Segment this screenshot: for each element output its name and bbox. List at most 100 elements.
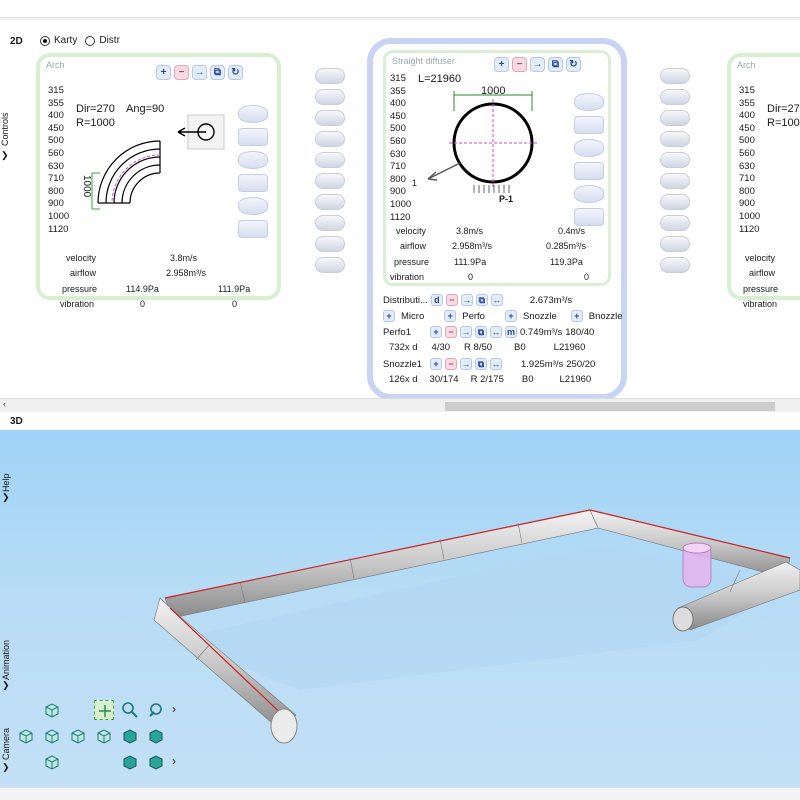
radio-distr-label[interactable]: Distr [99,35,120,46]
size-item[interactable]: 800 [390,174,411,187]
snozzle-label[interactable]: Snozzle1 [383,359,427,370]
duct-component-icon[interactable] [315,131,345,147]
size-item[interactable]: 710 [390,161,411,174]
view-left-icon[interactable] [16,726,36,746]
duct-component-icon[interactable] [315,173,345,189]
copy-icon[interactable]: ⧉ [475,294,488,306]
view-right-icon[interactable] [68,726,88,746]
shape-icon[interactable] [238,174,268,192]
size-item[interactable]: 1000 [48,211,69,224]
zoom-fit-icon[interactable] [94,700,114,720]
add-perfo-button[interactable]: Perfo [462,311,485,322]
duct-component-icon[interactable] [660,257,690,273]
size-item[interactable]: 400 [739,110,760,123]
copy-icon[interactable]: ⧉ [548,57,563,72]
m-button[interactable]: m [505,326,517,338]
size-item[interactable]: 560 [739,148,760,161]
size-item[interactable]: 1120 [739,224,760,237]
size-item[interactable]: 800 [48,186,69,199]
help-chevron-icon[interactable]: ❯ [2,492,10,503]
add-snozzle-icon[interactable]: + [504,310,517,322]
size-item[interactable]: 900 [48,198,69,211]
radio-distr[interactable] [85,35,96,46]
size-item[interactable]: 450 [48,123,69,136]
shape-icon[interactable] [574,139,604,157]
arch-drawing[interactable] [90,113,250,223]
card-straight-diffuser[interactable]: Straight diffuser + − → ⧉ ↻ 315 355 400 … [367,38,627,400]
radio-karty[interactable] [40,35,50,46]
view-iso-1-icon[interactable] [120,726,140,746]
shape-icon[interactable] [574,116,604,134]
add-bnozzle-icon[interactable]: + [570,310,583,322]
size-item[interactable]: 630 [739,161,760,174]
animation-label[interactable]: Animation [1,640,11,680]
size-item[interactable]: 450 [739,123,760,136]
add-micro-icon[interactable]: + [383,310,395,322]
split-icon[interactable]: ↔ [490,294,503,306]
horizontal-scrollbar[interactable]: ‹ [0,398,800,412]
add-snozzle-button[interactable]: Snozzle [523,311,557,322]
duct-component-icon[interactable] [660,110,690,126]
help-label[interactable]: Help [1,473,11,492]
view-bottom-icon[interactable] [42,752,62,772]
add-icon[interactable]: + [430,326,442,338]
duct-component-icon[interactable] [315,68,345,84]
add-icon[interactable]: + [494,57,509,72]
diffuser-drawing[interactable] [416,81,576,221]
scroll-left-icon[interactable]: ‹ [3,399,6,409]
duct-component-icon[interactable] [315,152,345,168]
shape-icon[interactable] [238,197,268,215]
duct-component-icon[interactable] [315,257,345,273]
shape-icon[interactable] [238,151,268,169]
duct-component-icon[interactable] [660,236,690,252]
copy-icon[interactable]: ⧉ [475,358,487,370]
shape-icon[interactable] [238,220,268,238]
camera-expand-icon[interactable]: › [172,702,176,716]
card-arch-left[interactable]: Arch + − → ⧉ ↻ 315 355 400 450 500 560 6… [36,53,281,309]
duct-component-icon[interactable] [660,194,690,210]
size-item[interactable]: 450 [390,111,411,124]
rotate-icon[interactable]: ↻ [566,57,581,72]
size-item[interactable]: 900 [739,198,760,211]
duct-component-icon[interactable] [315,236,345,252]
arrow-right-icon[interactable]: → [460,358,472,370]
view-top-icon[interactable] [42,700,62,720]
duct-component-icon[interactable] [660,131,690,147]
shape-icon[interactable] [574,185,604,203]
shape-icon[interactable] [238,128,268,146]
remove-icon[interactable]: − [445,358,457,370]
remove-icon[interactable]: − [445,326,457,338]
size-item[interactable]: 315 [48,85,69,98]
view-back-icon[interactable] [94,726,114,746]
scrollbar-thumb[interactable] [445,402,775,411]
duct-component-icon[interactable] [315,89,345,105]
rotate-icon[interactable]: ↻ [228,65,243,80]
add-bnozzle-button[interactable]: Bnozzle [589,311,623,322]
duct-component-icon[interactable] [315,194,345,210]
size-item[interactable]: 315 [390,73,411,86]
arrow-right-icon[interactable]: → [192,65,207,80]
arrow-right-icon[interactable]: → [530,57,545,72]
copy-icon[interactable]: ⧉ [210,65,225,80]
split-icon[interactable]: ↔ [490,358,502,370]
view-front-icon[interactable] [42,726,62,746]
size-item[interactable]: 630 [390,149,411,162]
shape-icon[interactable] [574,162,604,180]
controls-chevron-icon[interactable]: ❯ [1,150,9,161]
shape-icon[interactable] [574,93,604,111]
size-item[interactable]: 900 [390,186,411,199]
camera-chevron-icon[interactable]: ❯ [2,762,10,773]
size-item[interactable]: 500 [48,135,69,148]
remove-icon[interactable]: − [445,294,458,306]
size-item[interactable]: 500 [390,123,411,136]
split-icon[interactable]: ↔ [490,326,502,338]
size-item[interactable]: 355 [390,86,411,99]
arrow-right-icon[interactable]: → [460,326,472,338]
camera-label[interactable]: Camera [1,728,11,760]
add-micro-button[interactable]: Micro [401,311,424,322]
camera-expand-icon[interactable]: › [172,754,176,768]
shape-icon[interactable] [238,105,268,123]
duct-component-icon[interactable] [660,152,690,168]
size-item[interactable]: 1120 [390,212,411,225]
size-item[interactable]: 500 [739,135,760,148]
